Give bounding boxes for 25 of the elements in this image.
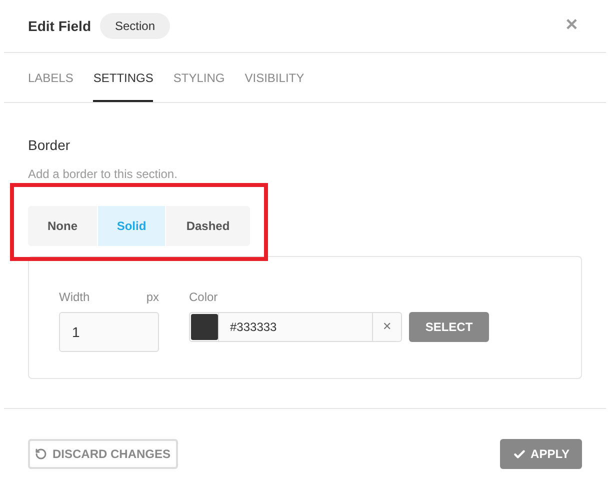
border-style-option[interactable]: Solid — [98, 206, 165, 246]
tab[interactable]: STYLING — [173, 53, 225, 102]
close-button[interactable]: ✕ — [565, 18, 578, 34]
dialog-title: Edit Field — [28, 16, 91, 36]
section-description: Add a border to this section. — [28, 166, 178, 183]
border-style-option[interactable]: Dashed — [166, 206, 250, 246]
section-heading: Border — [28, 136, 72, 155]
section-badge: Section — [100, 13, 170, 39]
width-input[interactable]: 1 — [59, 312, 159, 352]
width-label: Width — [59, 289, 90, 306]
select-button[interactable]: SELECT — [409, 312, 489, 342]
color-value: #333333 — [230, 319, 278, 336]
tab[interactable]: SETTINGS — [93, 53, 154, 102]
apply-button[interactable]: APPLY — [500, 439, 582, 469]
tab[interactable]: LABELS — [28, 53, 74, 102]
clear-button[interactable]: ✕ — [373, 313, 401, 341]
color-field[interactable]: #333333 ✕ — [189, 312, 402, 342]
tab[interactable]: VISIBILITY — [244, 53, 304, 102]
color-label: Color — [189, 289, 219, 306]
check-icon — [512, 448, 526, 460]
undo-icon — [35, 448, 48, 460]
unit-label: px — [146, 289, 159, 306]
color-swatch — [191, 314, 218, 340]
border-style-option[interactable]: None — [28, 206, 97, 246]
discard-changes-button[interactable]: DISCARD CHANGES — [28, 439, 178, 469]
